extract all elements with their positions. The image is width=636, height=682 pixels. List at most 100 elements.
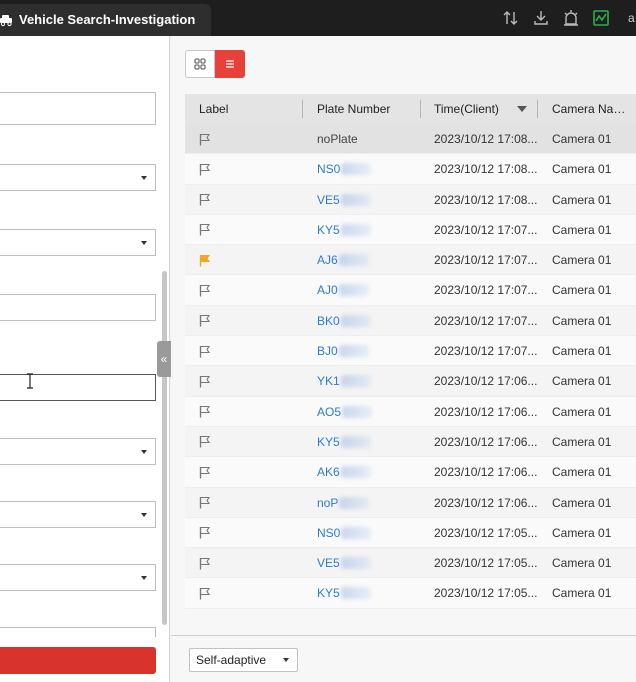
camera-cell: Camera 01 [552, 344, 612, 359]
flag-icon[interactable] [199, 163, 211, 176]
plate-number-cell[interactable]: AO5 [303, 397, 421, 427]
flag-filled-icon[interactable] [199, 254, 211, 267]
chevron-down-icon [141, 450, 147, 454]
user-account[interactable]: a [628, 11, 635, 25]
label-cell [185, 397, 303, 427]
grid-view-button[interactable] [185, 50, 215, 78]
sort-desc-icon[interactable] [517, 106, 527, 112]
label-cell [185, 427, 303, 457]
window-title: Vehicle Search-Investigation [19, 12, 196, 27]
page-size-select[interactable]: Self-adaptive [189, 648, 298, 672]
camera-cell: Camera 01 [552, 525, 612, 540]
flag-icon[interactable] [199, 133, 211, 146]
text-cursor-icon [27, 373, 33, 389]
plate-number-cell[interactable]: AK6 [303, 457, 421, 487]
flag-icon[interactable] [199, 557, 211, 570]
table-row[interactable]: KY5 2023/10/12 17:07... Camera 01 [185, 214, 636, 246]
search-text-field[interactable] [0, 92, 156, 125]
column-header-plate[interactable]: Plate Number [303, 94, 421, 124]
flag-icon[interactable] [199, 466, 211, 479]
plate-number-cell[interactable]: YK1 [303, 366, 421, 396]
table-row[interactable]: AO5 2023/10/12 17:06... Camera 01 [185, 396, 636, 427]
camera-cell: Camera 01 [552, 465, 612, 480]
redacted-plate-blur [339, 496, 370, 509]
table-row[interactable]: VE5 2023/10/12 17:05... Camera 01 [185, 548, 636, 579]
plate-number-cell[interactable]: AJ0 [303, 275, 421, 305]
table-row[interactable]: NS0 2023/10/12 17:08... Camera 01 [185, 154, 636, 185]
redacted-plate-blur [340, 314, 371, 327]
chevron-down-icon [141, 176, 147, 180]
flag-icon[interactable] [199, 496, 211, 509]
condition-input-3[interactable] [0, 627, 156, 637]
window-tab[interactable]: Vehicle Search-Investigation [0, 4, 211, 36]
condition-dropdown-2[interactable] [0, 229, 156, 256]
search-button[interactable] [0, 647, 156, 674]
table-row[interactable]: AJ0 2023/10/12 17:07... Camera 01 [185, 275, 636, 306]
table-row[interactable]: KY5 2023/10/12 17:05... Camera 01 [185, 578, 636, 609]
table-row[interactable]: YK1 2023/10/12 17:06... Camera 01 [185, 366, 636, 397]
time-cell: 2023/10/12 17:07... [434, 253, 538, 268]
left-panel-scrollbar[interactable] [162, 271, 167, 625]
table-row[interactable]: AJ6 2023/10/12 17:07... Camera 01 [185, 245, 636, 276]
flag-icon[interactable] [199, 314, 211, 327]
table-row[interactable]: NS0 2023/10/12 17:05... Camera 01 [185, 517, 636, 549]
redacted-plate-blur [340, 557, 371, 570]
label-cell [185, 518, 303, 548]
vehicle-icon [0, 15, 12, 27]
condition-input-2[interactable] [0, 374, 156, 401]
plate-number-cell[interactable]: noP [303, 488, 421, 518]
plate-number-cell[interactable]: VE5 [303, 185, 421, 215]
time-cell: 2023/10/12 17:07... [434, 344, 538, 359]
redacted-plate-blur [341, 163, 372, 176]
condition-input-1[interactable] [0, 294, 156, 321]
table-row[interactable]: noPlate 2023/10/12 17:08... Camera 01 [185, 124, 636, 155]
chevron-down-icon [283, 658, 289, 662]
flag-icon[interactable] [199, 435, 211, 448]
camera-cell: Camera 01 [552, 313, 612, 328]
list-view-button[interactable] [215, 50, 245, 78]
footer-divider [171, 635, 636, 636]
flag-icon[interactable] [199, 526, 211, 539]
column-header-time[interactable]: Time(Client) [421, 94, 538, 124]
condition-dropdown-1[interactable] [0, 164, 156, 191]
plate-number-cell[interactable]: AJ6 [303, 245, 421, 275]
table-row[interactable]: AK6 2023/10/12 17:06... Camera 01 [185, 457, 636, 488]
flag-icon[interactable] [199, 345, 211, 358]
condition-dropdown-4[interactable] [0, 501, 156, 528]
plate-number-cell[interactable]: KY5 [303, 427, 421, 457]
table-row[interactable]: BK0 2023/10/12 17:07... Camera 01 [185, 305, 636, 337]
flag-icon[interactable] [199, 223, 211, 236]
table-row[interactable]: noP 2023/10/12 17:06... Camera 01 [185, 487, 636, 518]
column-header-label[interactable]: Label [185, 94, 303, 124]
collapse-panel-button[interactable]: « [157, 341, 171, 377]
camera-cell: Camera 01 [552, 495, 612, 510]
condition-dropdown-3[interactable] [0, 438, 156, 465]
plate-number-cell[interactable]: NS0 [303, 154, 421, 184]
table-row[interactable]: KY5 2023/10/12 17:06... Camera 01 [185, 426, 636, 458]
table-row[interactable]: BJ0 2023/10/12 17:07... Camera 01 [185, 336, 636, 367]
plate-number-cell[interactable]: BK0 [303, 306, 421, 336]
redacted-plate-blur [341, 526, 372, 539]
flag-icon[interactable] [199, 405, 211, 418]
time-cell: 2023/10/12 17:08... [434, 132, 538, 146]
plate-number-cell[interactable]: BJ0 [303, 336, 421, 366]
plate-number-cell[interactable]: VE5 [303, 548, 421, 578]
label-cell [185, 488, 303, 518]
download-icon[interactable] [532, 9, 550, 27]
camera-cell: Camera 01 [552, 434, 612, 449]
chevron-down-icon [141, 576, 147, 580]
flag-icon[interactable] [199, 193, 211, 206]
flag-icon[interactable] [199, 284, 211, 297]
flag-icon[interactable] [199, 587, 211, 600]
sort-icon[interactable] [502, 9, 520, 27]
plate-number-cell[interactable]: KY5 [303, 578, 421, 608]
flag-icon[interactable] [199, 375, 211, 388]
alarm-icon[interactable] [562, 9, 580, 27]
redacted-plate-blur [338, 254, 369, 267]
table-row[interactable]: VE5 2023/10/12 17:08... Camera 01 [185, 184, 636, 215]
plate-number-cell[interactable]: NS0 [303, 518, 421, 548]
monitor-icon[interactable] [592, 9, 610, 27]
column-header-camera[interactable]: Camera Na… [538, 94, 636, 124]
plate-number-cell[interactable]: KY5 [303, 215, 421, 245]
condition-dropdown-5[interactable] [0, 564, 156, 591]
